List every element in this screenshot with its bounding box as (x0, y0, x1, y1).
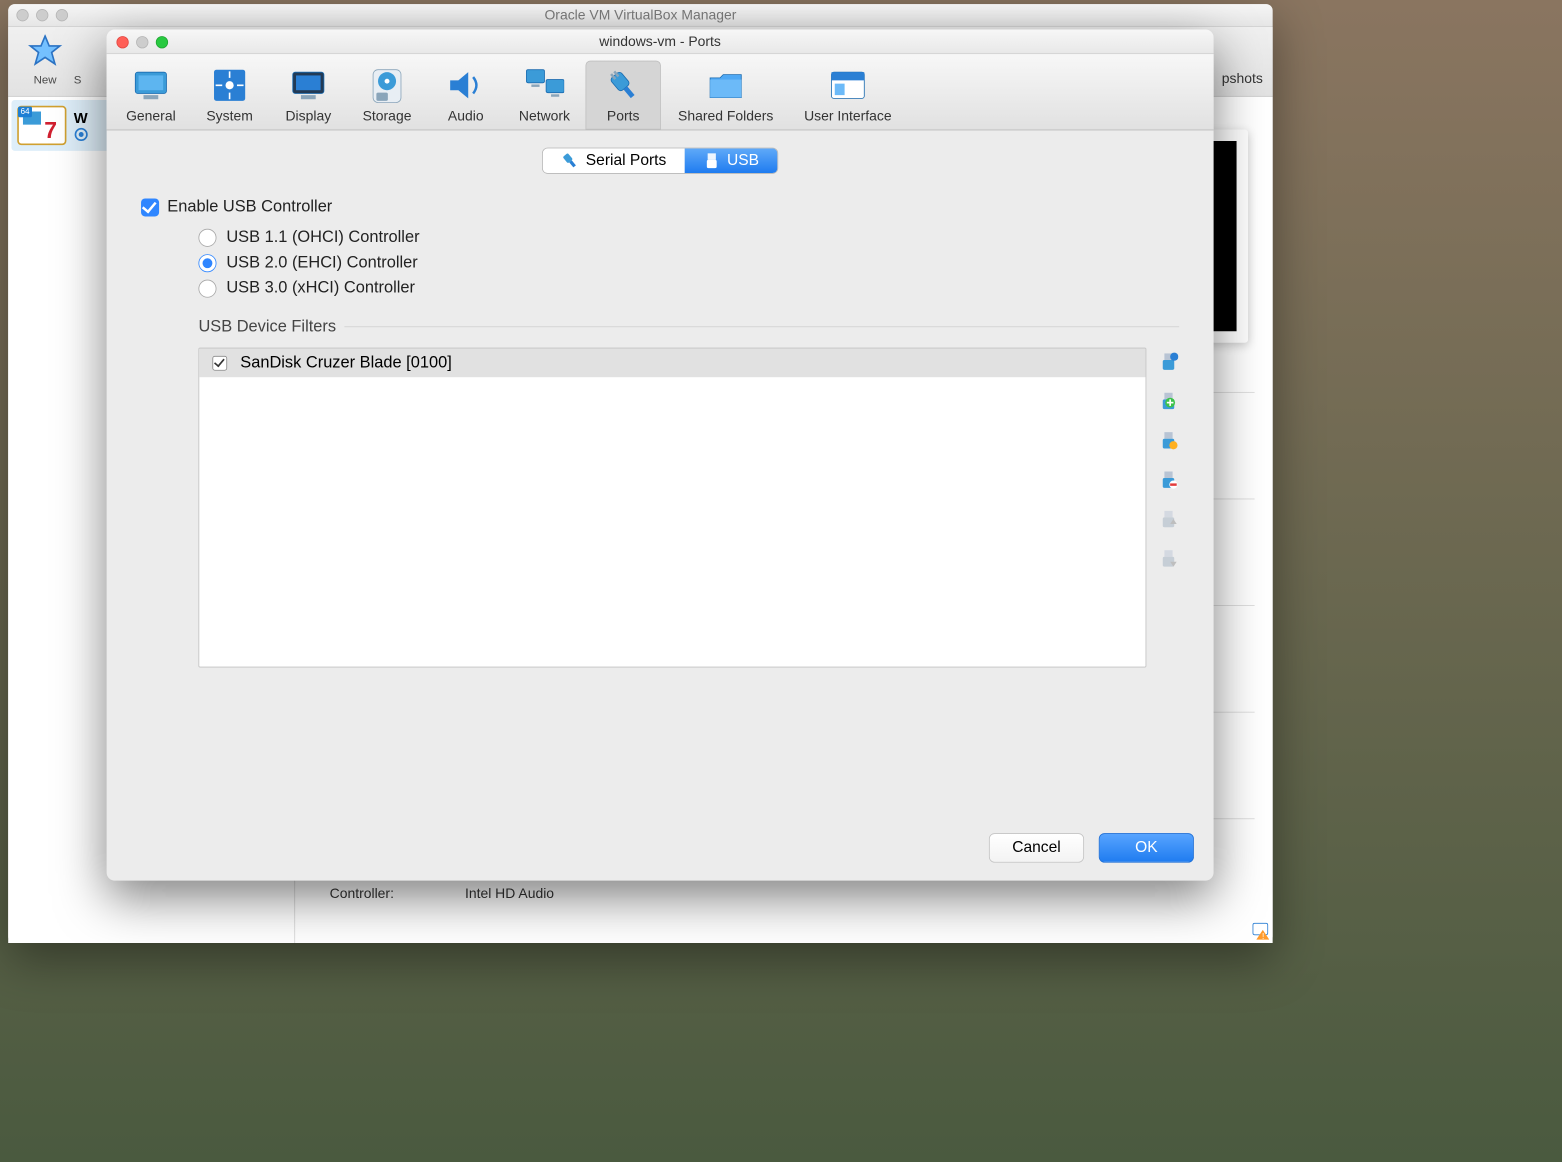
svg-text:7: 7 (44, 117, 57, 143)
usb-filter-checkbox[interactable] (212, 355, 227, 370)
usb-filter-name: SanDisk Cruzer Blade [0100] (240, 353, 451, 372)
dialog-title: windows-vm - Ports (599, 33, 721, 49)
category-network[interactable]: Network (507, 61, 582, 130)
filter-add-device-icon[interactable] (1158, 390, 1179, 411)
dialog-footer: Cancel OK (989, 833, 1194, 863)
vm-arch-badge: 64 (18, 107, 32, 118)
tab-serial-ports[interactable]: Serial Ports (543, 148, 684, 173)
main-minimize-icon[interactable] (36, 9, 48, 21)
vm-settings-dialog: windows-vm - Ports General System Displa… (107, 30, 1214, 881)
dialog-titlebar: windows-vm - Ports (107, 30, 1214, 55)
radio-usb20[interactable]: USB 2.0 (EHCI) Controller (198, 253, 1179, 272)
category-audio[interactable]: Audio (428, 61, 503, 130)
dialog-close-icon[interactable] (116, 36, 128, 48)
usb-controller-radio-group: USB 1.1 (OHCI) Controller USB 2.0 (EHCI)… (198, 228, 1179, 298)
main-titlebar: Oracle VM VirtualBox Manager (8, 4, 1272, 27)
radio-usb11[interactable]: USB 1.1 (OHCI) Controller (198, 228, 1179, 247)
vm-state-icon (74, 127, 89, 142)
filter-move-up-icon (1158, 508, 1179, 529)
dialog-body: Serial Ports USB Enable USB Controller U… (107, 130, 1214, 834)
radio-icon[interactable] (198, 254, 216, 272)
audio-controller-label: Controller: (330, 886, 441, 902)
main-close-icon[interactable] (16, 9, 28, 21)
usb-filters-list[interactable]: SanDisk Cruzer Blade [0100] (198, 348, 1146, 668)
category-storage[interactable]: Storage (349, 61, 424, 130)
category-general[interactable]: General (113, 61, 188, 130)
usb-filters-heading: USB Device Filters (198, 317, 336, 336)
settings-category-toolbar: General System Display Storage Audio Net… (107, 54, 1214, 130)
enable-usb-checkbox[interactable] (141, 198, 159, 216)
radio-icon[interactable] (198, 228, 216, 246)
category-shared-folders[interactable]: Shared Folders (664, 61, 787, 130)
filter-move-down-icon (1158, 548, 1179, 569)
ok-button[interactable]: OK (1099, 833, 1194, 863)
enable-usb-controller-row[interactable]: Enable USB Controller (141, 198, 1179, 217)
usb-filter-actions (1158, 348, 1179, 668)
dialog-minimize-icon (136, 36, 148, 48)
category-system[interactable]: System (192, 61, 267, 130)
category-ports[interactable]: Ports (585, 61, 660, 130)
toolbar-settings-partial[interactable]: S (74, 32, 99, 86)
audio-section: Controller: Intel HD Audio (313, 877, 1254, 943)
cancel-button[interactable]: Cancel (989, 833, 1084, 863)
update-notification-icon[interactable]: ! (1251, 922, 1269, 940)
audio-controller-value: Intel HD Audio (465, 886, 554, 902)
toolbar-new[interactable]: New (16, 32, 73, 86)
radio-usb30[interactable]: USB 3.0 (xHCI) Controller (198, 279, 1179, 298)
filter-add-empty-icon[interactable] (1158, 351, 1179, 372)
dialog-zoom-icon[interactable] (156, 36, 168, 48)
main-zoom-icon[interactable] (56, 9, 68, 21)
main-title: Oracle VM VirtualBox Manager (544, 7, 736, 23)
usb-filter-item[interactable]: SanDisk Cruzer Blade [0100] (199, 349, 1145, 378)
filter-edit-icon[interactable] (1158, 430, 1179, 451)
tab-usb[interactable]: USB (684, 148, 777, 173)
vm-name: W (74, 109, 89, 126)
snapshots-tab-partial[interactable]: pshots (1222, 71, 1263, 87)
category-display[interactable]: Display (271, 61, 346, 130)
category-user-interface[interactable]: User Interface (790, 61, 905, 130)
filter-remove-icon[interactable] (1158, 469, 1179, 490)
enable-usb-label: Enable USB Controller (167, 198, 332, 217)
ports-tab-group: Serial Ports USB (543, 148, 777, 173)
svg-text:!: ! (1262, 932, 1264, 940)
radio-icon[interactable] (198, 279, 216, 297)
